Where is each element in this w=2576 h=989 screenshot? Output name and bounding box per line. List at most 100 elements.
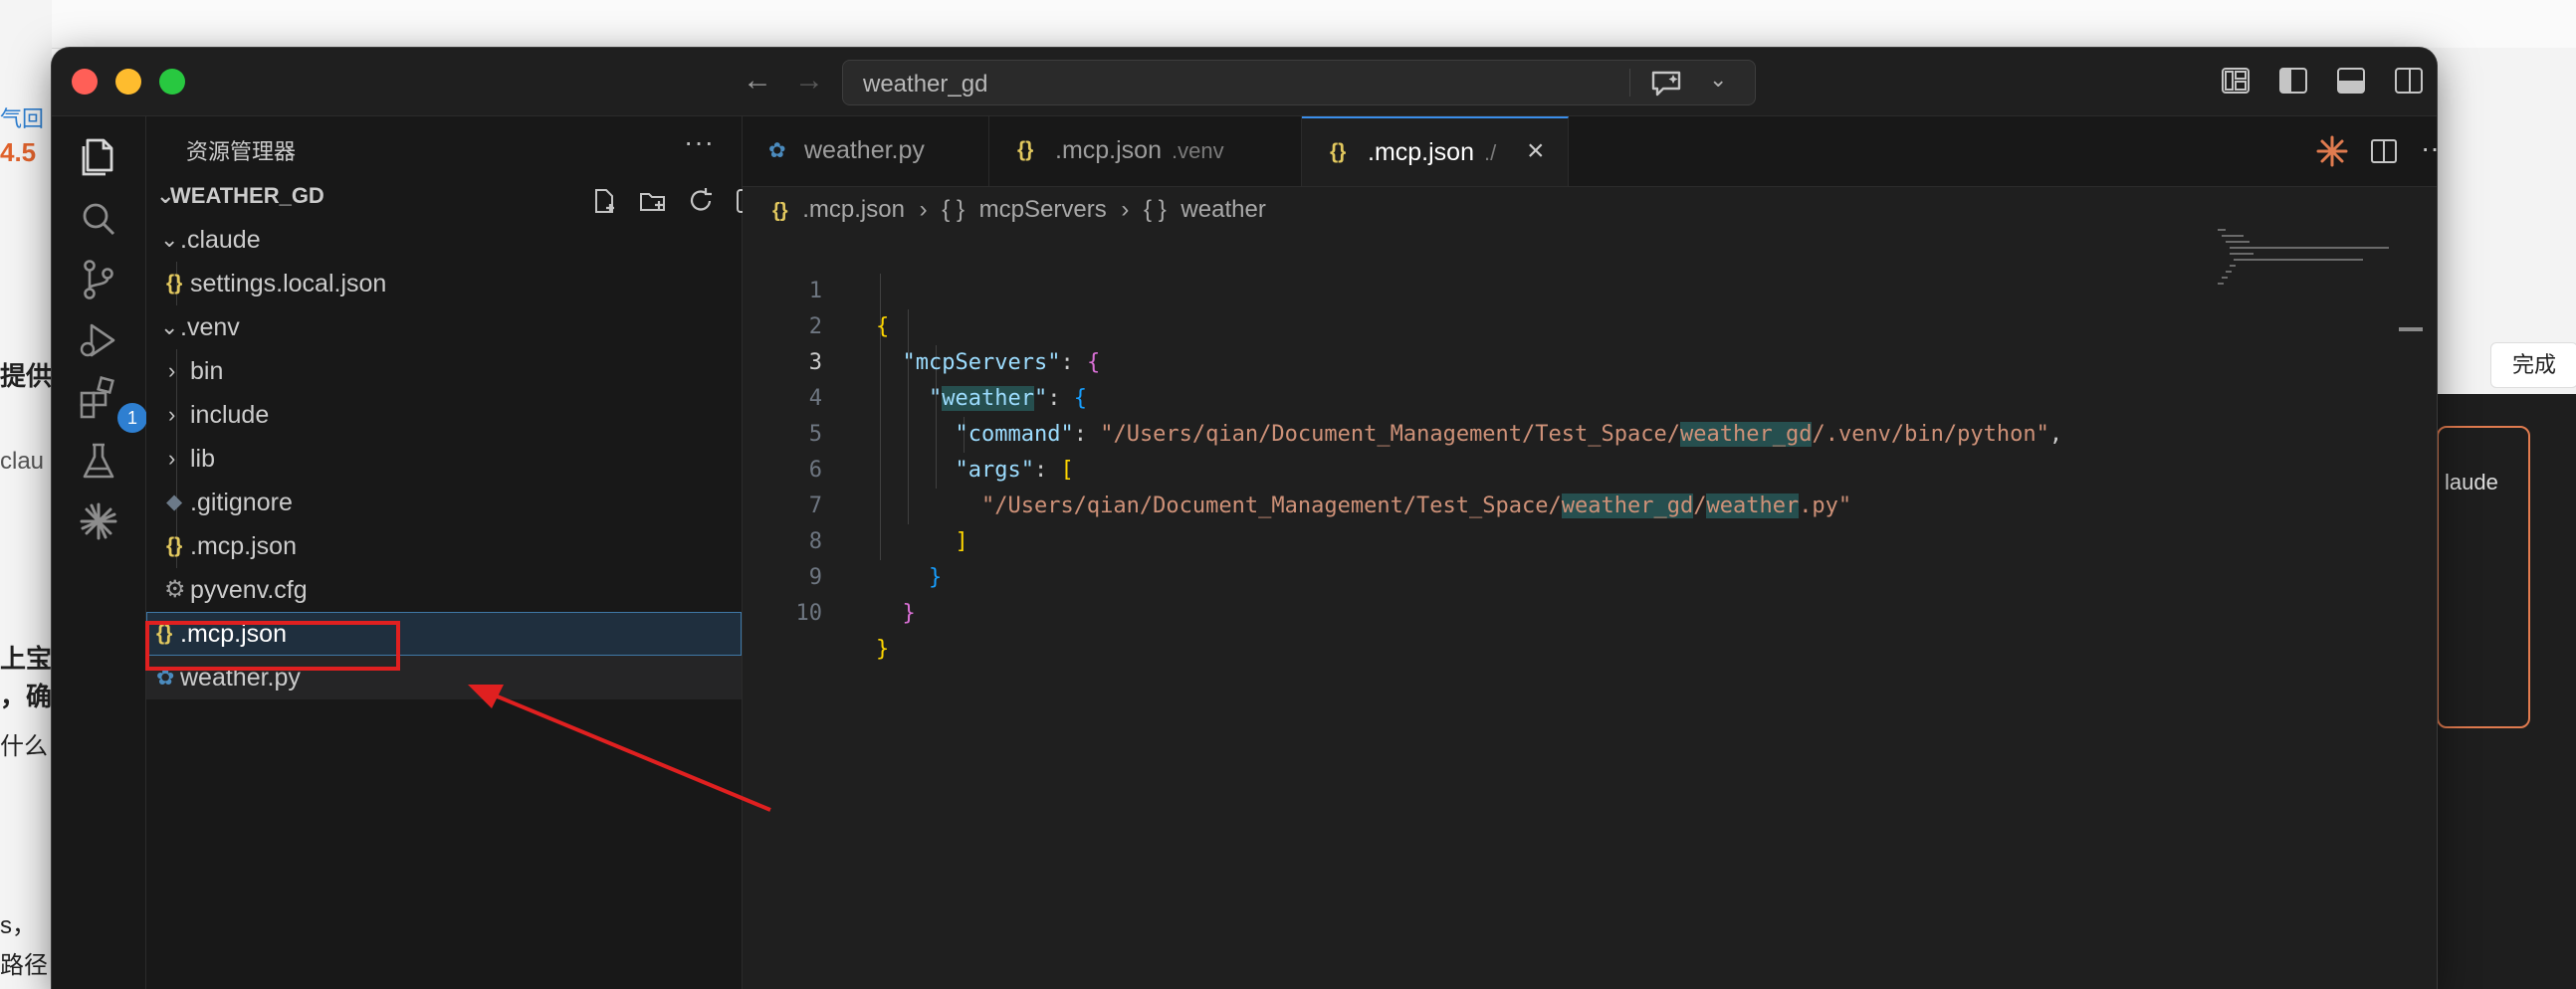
explorer-title: 资源管理器 <box>186 139 297 164</box>
root-folder-label: WEATHER_GD <box>170 183 324 208</box>
python-icon: ✿ <box>156 665 175 690</box>
toggle-panel-icon[interactable] <box>2337 68 2365 94</box>
breadcrumb: {} .mcp.json › { } mcpServers › { } weat… <box>772 196 1274 226</box>
background-article-left: 气回 4.5 提供 clau 上宝 ，确 什么 s， 路径 <box>0 0 52 989</box>
tab-description: ./ <box>1483 140 1497 165</box>
tree-item-label: .mcp.json <box>190 532 297 560</box>
claude-sparkle-icon[interactable] <box>2315 134 2349 168</box>
tree-item-label: .mcp.json <box>180 620 287 648</box>
tree-item-label: bin <box>190 357 224 385</box>
split-editor-icon[interactable] <box>2369 136 2399 166</box>
toggle-secondary-sidebar-icon[interactable] <box>2395 68 2423 94</box>
tree-item-bin-folder[interactable]: › bin <box>146 349 742 393</box>
brace: } <box>902 601 916 626</box>
tree-item-label: include <box>190 401 270 429</box>
braces-icon: { } <box>1144 196 1167 223</box>
braces-icon: { } <box>942 196 965 223</box>
tab-description: .venv <box>1171 138 1224 163</box>
minimap[interactable] <box>2214 226 2393 286</box>
chevron-down-icon: ⌄ <box>160 227 179 252</box>
new-folder-icon[interactable] <box>638 186 668 216</box>
tree-item-label: settings.local.json <box>190 270 387 297</box>
background-text: 上宝 <box>0 644 53 674</box>
breadcrumb-segment[interactable]: mcpServers <box>979 196 1107 223</box>
breadcrumb-segment[interactable]: weather <box>1181 196 1265 223</box>
chevron-right-icon: › <box>919 196 928 223</box>
background-text: ，确 <box>0 682 53 711</box>
tab-venv-mcp-json[interactable]: {} .mcp.json .venv <box>989 116 1302 186</box>
new-file-icon[interactable] <box>590 186 620 216</box>
tab-weather-py[interactable]: ✿ weather.py <box>743 116 989 186</box>
extensions-badge: 1 <box>117 403 147 433</box>
code-line-current: 3 "weather": { <box>743 309 2335 411</box>
background-text: 气回 <box>0 106 45 131</box>
toggle-primary-sidebar-icon[interactable] <box>2279 68 2307 94</box>
chevron-down-icon[interactable]: ⌄ <box>1709 67 1727 93</box>
tree-item-label: .venv <box>180 313 240 341</box>
customize-layout-icon[interactable] <box>2222 68 2250 94</box>
background-toolbar <box>0 0 2576 49</box>
more-actions-icon[interactable]: ··· <box>2421 132 2437 164</box>
explorer-root-folder[interactable]: ⌄ WEATHER_GD <box>146 174 760 218</box>
refresh-icon[interactable] <box>686 186 716 216</box>
tree-item-venv-mcp-json[interactable]: {} .mcp.json <box>146 524 742 568</box>
python-icon: ✿ <box>768 139 786 162</box>
command-center-divider <box>1629 69 1630 97</box>
background-done-button[interactable]: 完成 <box>2490 342 2576 388</box>
run-debug-icon[interactable] <box>74 315 123 365</box>
minimize-window-button[interactable] <box>115 69 141 95</box>
chevron-right-icon: › <box>168 446 176 471</box>
maximize-window-button[interactable] <box>159 69 185 95</box>
tree-item-pyvenv-cfg[interactable]: ⚙ pyvenv.cfg <box>146 568 742 612</box>
close-window-button[interactable] <box>72 69 98 95</box>
background-text: 路径 <box>0 952 48 979</box>
explorer-more-actions-icon[interactable]: ··· <box>684 126 715 158</box>
close-tab-icon[interactable]: × <box>1527 134 1545 168</box>
tree-item-settings-local-json[interactable]: {} settings.local.json <box>146 262 742 305</box>
editor-tab-bar: ✿ weather.py {} .mcp.json .venv {} .mcp.j… <box>743 116 2437 187</box>
tab-root-mcp-json[interactable]: {} .mcp.json ./ × <box>1302 116 1569 186</box>
tree-item-label: lib <box>190 445 216 473</box>
code-line: 6 "/Users/qian/Document_Management/Test_… <box>743 417 2335 518</box>
brace: } <box>876 637 890 662</box>
forward-arrow-icon[interactable]: → <box>794 64 824 98</box>
tree-item-label: weather.py <box>180 664 301 692</box>
background-text: clau <box>0 448 45 475</box>
source-control-icon[interactable] <box>74 254 123 303</box>
code-line: 5 "args": [ <box>743 381 2335 483</box>
tree-item-root-mcp-json[interactable]: {} .mcp.json <box>146 612 742 656</box>
code-line: 7 ] <box>743 453 2335 554</box>
search-icon[interactable] <box>74 194 123 244</box>
code-line: 8 } <box>743 489 2335 590</box>
activity-bar: 1 <box>52 116 147 989</box>
tree-item-gitignore[interactable]: ◆ .gitignore <box>146 481 742 524</box>
line-number: 10 <box>795 601 823 626</box>
testing-flask-icon[interactable] <box>74 437 123 487</box>
tab-label: weather.py <box>804 136 925 164</box>
background-text: s， <box>0 912 36 939</box>
back-arrow-icon[interactable]: ← <box>743 64 772 98</box>
copilot-chat-icon[interactable] <box>1649 69 1685 97</box>
claude-sparkle-icon[interactable] <box>74 496 123 546</box>
chevron-right-icon: › <box>1121 196 1130 223</box>
command-center-search[interactable]: weather_gd ⌄ <box>842 60 1756 105</box>
tree-item-venv-folder[interactable]: ⌄ .venv <box>146 305 742 349</box>
background-text: 什么 <box>0 733 48 760</box>
extensions-icon <box>80 376 114 419</box>
json-icon: {} <box>1017 138 1034 161</box>
background-text: 提供 <box>0 361 53 391</box>
explorer-icon[interactable] <box>74 130 123 180</box>
extensions-activity[interactable]: 1 <box>74 373 147 433</box>
tab-label: .mcp.json <box>1055 136 1162 164</box>
json-icon: {} <box>166 272 183 295</box>
tree-item-lib-folder[interactable]: › lib <box>146 437 742 481</box>
tree-item-label: .gitignore <box>190 489 293 516</box>
tree-item-weather-py[interactable]: ✿ weather.py <box>146 656 742 699</box>
git-icon: ◆ <box>166 491 183 513</box>
tree-item-include-folder[interactable]: › include <box>146 393 742 437</box>
tree-item-claude-folder[interactable]: ⌄ .claude <box>146 218 742 262</box>
scrollbar-indicator[interactable] <box>2399 327 2423 331</box>
background-claude-label: laude <box>2445 470 2498 494</box>
vscode-window: ← → weather_gd ⌄ 1 资源管理器 ··· ⌄ WEATHER_G… <box>52 48 2437 989</box>
breadcrumb-file[interactable]: .mcp.json <box>802 196 905 223</box>
